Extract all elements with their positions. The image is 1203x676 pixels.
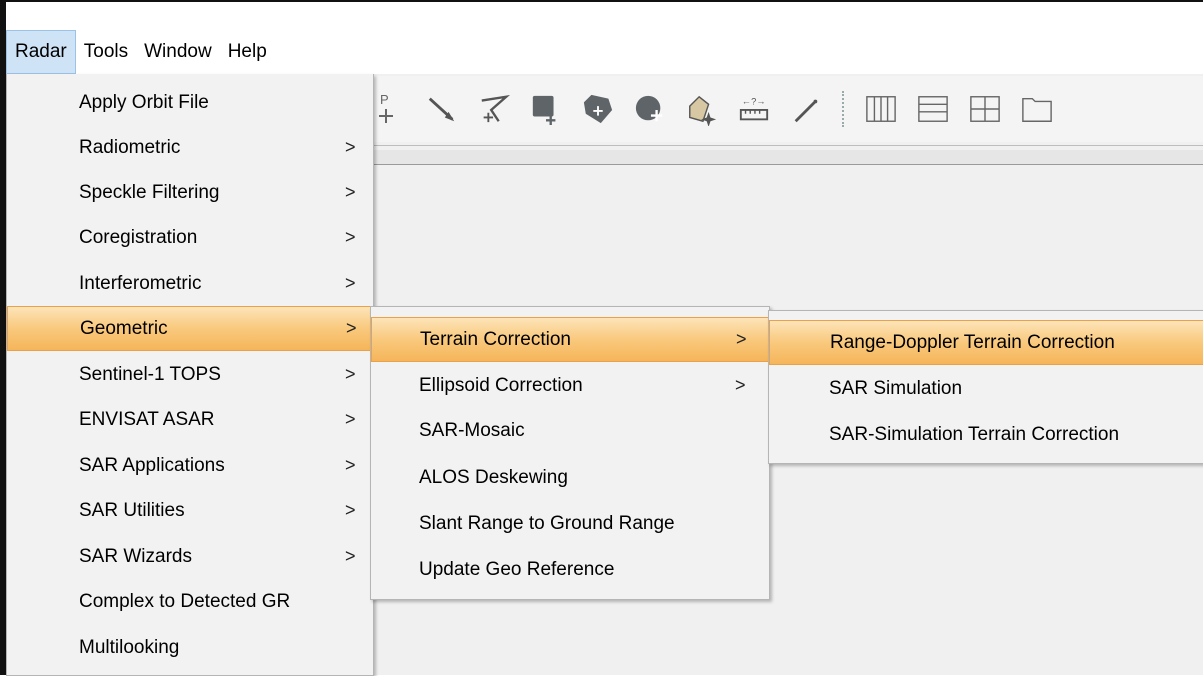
menu-item-multilooking[interactable]: Multilooking bbox=[7, 625, 373, 670]
folder-icon[interactable] bbox=[1021, 91, 1053, 127]
line-draw-icon[interactable] bbox=[426, 91, 458, 127]
menu-item-label: SAR-Mosaic bbox=[419, 419, 525, 441]
menu-item-apply-orbit-file[interactable]: Apply Orbit File bbox=[7, 80, 373, 125]
menu-item-sar-applications[interactable]: SAR Applications > bbox=[7, 443, 373, 488]
menu-item-label: Update Geo Reference bbox=[419, 558, 615, 580]
menu-item-label: Sentinel-1 TOPS bbox=[79, 363, 221, 385]
menu-item-label: Radiometric bbox=[79, 136, 181, 158]
submenu-arrow-icon: > bbox=[345, 364, 356, 384]
menu-item-geometric[interactable]: Geometric > bbox=[7, 306, 373, 351]
submenu-arrow-icon: > bbox=[345, 182, 356, 202]
toolbar-separator bbox=[842, 91, 845, 127]
menu-item-label: SAR Applications bbox=[79, 454, 225, 476]
menu-item-range-doppler-terrain-correction[interactable]: Range-Doppler Terrain Correction bbox=[769, 320, 1203, 365]
polygon-add-icon[interactable] bbox=[582, 91, 614, 127]
menu-item-interferometric[interactable]: Interferometric > bbox=[7, 261, 373, 306]
menu-item-label: Multilooking bbox=[79, 636, 180, 658]
menu-item-label: SAR Simulation bbox=[829, 377, 963, 399]
submenu-arrow-icon: > bbox=[346, 318, 357, 338]
menu-item-complex-to-detected-gr[interactable]: Complex to Detected GR bbox=[7, 579, 373, 624]
menu-item-label: ENVISAT ASAR bbox=[79, 408, 215, 430]
menu-item-update-geo-reference[interactable]: Update Geo Reference bbox=[371, 547, 769, 592]
toolbar-strip bbox=[370, 150, 1203, 165]
tile-rows-icon[interactable] bbox=[917, 91, 949, 127]
measure-range-icon[interactable]: ←?→ bbox=[738, 91, 770, 127]
menu-item-label: Ellipsoid Correction bbox=[419, 374, 583, 396]
submenu-arrow-icon: > bbox=[345, 137, 356, 157]
tile-columns-icon[interactable] bbox=[865, 91, 897, 127]
menu-tools[interactable]: Tools bbox=[76, 30, 136, 74]
menu-item-label: ALOS Deskewing bbox=[419, 466, 568, 488]
menu-item-speckle-filtering[interactable]: Speckle Filtering > bbox=[7, 170, 373, 215]
menu-item-label: Slant Range to Ground Range bbox=[419, 512, 675, 534]
tile-grid-icon[interactable] bbox=[969, 91, 1001, 127]
menu-item-label: SAR-Simulation Terrain Correction bbox=[829, 423, 1120, 445]
menu-item-sar-mosaic[interactable]: SAR-Mosaic bbox=[371, 408, 769, 453]
submenu-arrow-icon: > bbox=[736, 329, 747, 349]
menu-item-label: Terrain Correction bbox=[420, 328, 571, 350]
gcp-label: P bbox=[380, 92, 389, 107]
submenu-arrow-icon: > bbox=[345, 273, 356, 293]
menu-item-sar-simulation-terrain-correction[interactable]: SAR-Simulation Terrain Correction bbox=[769, 412, 1203, 457]
menu-item-coregistration[interactable]: Coregistration > bbox=[7, 215, 373, 260]
submenu-arrow-icon: > bbox=[345, 227, 356, 247]
menu-item-label: Complex to Detected GR bbox=[79, 590, 291, 612]
menu-bar: Radar Tools Window Help bbox=[6, 30, 1203, 74]
menu-item-label: Apply Orbit File bbox=[79, 91, 209, 113]
magic-wand-icon[interactable] bbox=[790, 91, 822, 127]
submenu-arrow-icon: > bbox=[345, 500, 356, 520]
terrain-correction-submenu: Range-Doppler Terrain Correction SAR Sim… bbox=[768, 310, 1203, 464]
toolbar-divider bbox=[370, 145, 1203, 146]
svg-text:←?→: ←?→ bbox=[742, 95, 766, 106]
submenu-arrow-icon: > bbox=[735, 375, 746, 395]
menu-item-label: Coregistration bbox=[79, 226, 198, 248]
menu-item-sar-simulation[interactable]: SAR Simulation bbox=[769, 366, 1203, 411]
menu-item-alos-deskewing[interactable]: ALOS Deskewing bbox=[371, 455, 769, 500]
menu-item-radiometric[interactable]: Radiometric > bbox=[7, 125, 373, 170]
menu-item-sar-wizards[interactable]: SAR Wizards > bbox=[7, 534, 373, 579]
menu-item-label: Speckle Filtering bbox=[79, 181, 220, 203]
menu-item-sentinel-1-tops[interactable]: Sentinel-1 TOPS > bbox=[7, 352, 373, 397]
submenu-arrow-icon: > bbox=[345, 546, 356, 566]
rectangle-add-icon[interactable] bbox=[530, 91, 562, 127]
menu-item-sar-utilities[interactable]: SAR Utilities > bbox=[7, 488, 373, 533]
menu-item-envisat-asar[interactable]: ENVISAT ASAR > bbox=[7, 397, 373, 442]
toolbar: P ←?→ bbox=[370, 76, 1203, 142]
submenu-arrow-icon: > bbox=[345, 409, 356, 429]
menu-item-label: SAR Wizards bbox=[79, 545, 192, 567]
ellipse-add-icon[interactable] bbox=[634, 91, 666, 127]
gcp-add-icon[interactable]: P bbox=[374, 91, 406, 127]
menu-item-label: Range-Doppler Terrain Correction bbox=[830, 331, 1115, 353]
radar-menu: Apply Orbit File Radiometric > Speckle Fi… bbox=[6, 74, 374, 676]
menu-help[interactable]: Help bbox=[220, 30, 275, 74]
geometric-submenu: Terrain Correction > Ellipsoid Correction… bbox=[370, 306, 770, 600]
menu-item-ellipsoid-correction[interactable]: Ellipsoid Correction > bbox=[371, 363, 769, 408]
menu-window[interactable]: Window bbox=[136, 30, 220, 74]
select-magic-icon[interactable] bbox=[686, 91, 718, 127]
menu-radar[interactable]: Radar bbox=[6, 30, 76, 74]
polyline-draw-icon[interactable] bbox=[478, 91, 510, 127]
menu-item-label: Interferometric bbox=[79, 272, 202, 294]
menu-item-label: Geometric bbox=[80, 317, 168, 339]
menu-item-slant-range-to-ground-range[interactable]: Slant Range to Ground Range bbox=[371, 501, 769, 546]
menu-item-label: SAR Utilities bbox=[79, 499, 185, 521]
submenu-arrow-icon: > bbox=[345, 455, 356, 475]
menu-item-terrain-correction[interactable]: Terrain Correction > bbox=[371, 317, 769, 362]
